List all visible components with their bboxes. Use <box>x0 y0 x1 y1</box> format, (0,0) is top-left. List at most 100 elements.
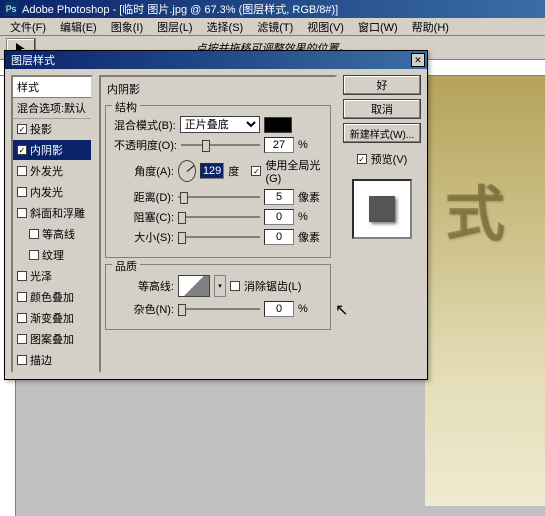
preview-thumbnail <box>352 179 412 239</box>
contour-picker[interactable] <box>178 275 210 297</box>
structure-group-title: 结构 <box>112 99 140 115</box>
app-title: Adobe Photoshop - [临时 图片.jpg @ 67.3% (图层… <box>22 1 338 17</box>
style-label-6: 纹理 <box>42 247 64 263</box>
blend-mode-label: 混合模式(B): <box>114 117 176 133</box>
style-checkbox-8[interactable] <box>17 292 27 302</box>
quality-group: 品质 等高线: ▾ 消除锯齿(L) 杂色(N): 0 % <box>105 264 331 330</box>
menu-edit[interactable]: 编辑(E) <box>54 18 103 36</box>
distance-slider[interactable] <box>178 190 260 204</box>
style-checkbox-2[interactable] <box>17 166 27 176</box>
noise-slider[interactable] <box>178 302 260 316</box>
style-item-1[interactable]: 内阴影 <box>13 140 91 161</box>
style-item-5[interactable]: 等高线 <box>13 224 91 245</box>
angle-label: 角度(A): <box>114 163 174 179</box>
style-list: 样式 混合选项:默认 投影内阴影外发光内发光斜面和浮雕等高线纹理光泽颜色叠加渐变… <box>11 75 93 373</box>
choke-unit: % <box>298 211 322 223</box>
menu-view[interactable]: 视图(V) <box>301 18 350 36</box>
settings-panel: 内阴影 结构 混合模式(B): 正片叠底 不透明度(O): 27 % 角度(A)… <box>99 75 337 373</box>
style-label-0: 投影 <box>30 121 52 137</box>
style-label-2: 外发光 <box>30 163 63 179</box>
menu-help[interactable]: 帮助(H) <box>406 18 455 36</box>
app-icon: Ps <box>4 2 18 16</box>
app-titlebar: Ps Adobe Photoshop - [临时 图片.jpg @ 67.3% … <box>0 0 545 18</box>
panel-title: 内阴影 <box>107 81 331 97</box>
style-checkbox-10[interactable] <box>17 334 27 344</box>
style-label-8: 颜色叠加 <box>30 289 74 305</box>
angle-value[interactable]: 129 <box>200 163 224 179</box>
menu-window[interactable]: 窗口(W) <box>352 18 404 36</box>
style-item-8[interactable]: 颜色叠加 <box>13 287 91 308</box>
style-checkbox-4[interactable] <box>17 208 27 218</box>
angle-unit: 度 <box>228 163 247 179</box>
new-style-button[interactable]: 新建样式(W)... <box>343 123 421 143</box>
document-canvas[interactable]: 式 <box>425 76 545 506</box>
style-label-7: 光泽 <box>30 268 52 284</box>
opacity-value[interactable]: 27 <box>264 137 294 153</box>
ok-button[interactable]: 好 <box>343 75 421 95</box>
menu-filter[interactable]: 滤镜(T) <box>251 18 299 36</box>
noise-label: 杂色(N): <box>114 301 174 317</box>
style-item-10[interactable]: 图案叠加 <box>13 329 91 350</box>
style-item-7[interactable]: 光泽 <box>13 266 91 287</box>
dialog-title: 图层样式 <box>11 52 55 68</box>
style-label-9: 渐变叠加 <box>30 310 74 326</box>
quality-group-title: 品质 <box>112 258 140 274</box>
menu-image[interactable]: 图象(I) <box>105 18 149 36</box>
style-item-9[interactable]: 渐变叠加 <box>13 308 91 329</box>
angle-dial[interactable] <box>178 160 196 182</box>
noise-value[interactable]: 0 <box>264 301 294 317</box>
style-checkbox-5[interactable] <box>29 229 39 239</box>
style-item-3[interactable]: 内发光 <box>13 182 91 203</box>
shadow-color-swatch[interactable] <box>264 117 292 133</box>
style-checkbox-11[interactable] <box>17 355 27 365</box>
menu-bar: 文件(F) 编辑(E) 图象(I) 图层(L) 选择(S) 滤镜(T) 视图(V… <box>0 18 545 36</box>
choke-value[interactable]: 0 <box>264 209 294 225</box>
dialog-close-button[interactable]: ✕ <box>411 53 425 67</box>
layer-style-dialog: 图层样式 ✕ 样式 混合选项:默认 投影内阴影外发光内发光斜面和浮雕等高线纹理光… <box>4 50 428 380</box>
structure-group: 结构 混合模式(B): 正片叠底 不透明度(O): 27 % 角度(A): 12… <box>105 105 331 258</box>
menu-layer[interactable]: 图层(L) <box>151 18 198 36</box>
blend-options-default[interactable]: 混合选项:默认 <box>13 98 91 119</box>
antialias-checkbox[interactable] <box>230 281 240 291</box>
style-checkbox-3[interactable] <box>17 187 27 197</box>
style-label-10: 图案叠加 <box>30 331 74 347</box>
dialog-buttons: 好 取消 新建样式(W)... 预览(V) <box>343 75 421 373</box>
style-checkbox-6[interactable] <box>29 250 39 260</box>
style-item-0[interactable]: 投影 <box>13 119 91 140</box>
menu-file[interactable]: 文件(F) <box>4 18 52 36</box>
global-light-label: 使用全局光(G) <box>265 157 322 185</box>
style-item-6[interactable]: 纹理 <box>13 245 91 266</box>
size-slider[interactable] <box>178 230 260 244</box>
size-label: 大小(S): <box>114 229 174 245</box>
style-checkbox-9[interactable] <box>17 313 27 323</box>
opacity-slider[interactable] <box>181 138 260 152</box>
style-checkbox-1[interactable] <box>17 145 27 155</box>
style-label-5: 等高线 <box>42 226 75 242</box>
styles-header[interactable]: 样式 <box>13 77 91 98</box>
choke-slider[interactable] <box>178 210 260 224</box>
style-label-4: 斜面和浮雕 <box>30 205 85 221</box>
global-light-checkbox[interactable] <box>251 166 261 176</box>
style-item-11[interactable]: 描边 <box>13 350 91 371</box>
style-item-4[interactable]: 斜面和浮雕 <box>13 203 91 224</box>
opacity-unit: % <box>298 139 322 151</box>
menu-select[interactable]: 选择(S) <box>201 18 250 36</box>
preview-label: 预览(V) <box>371 151 408 167</box>
distance-value[interactable]: 5 <box>264 189 294 205</box>
style-checkbox-7[interactable] <box>17 271 27 281</box>
antialias-label: 消除锯齿(L) <box>244 278 301 294</box>
size-value[interactable]: 0 <box>264 229 294 245</box>
preview-checkbox[interactable] <box>357 154 367 164</box>
dialog-titlebar[interactable]: 图层样式 ✕ <box>5 51 427 69</box>
preview-swatch <box>369 196 395 222</box>
style-checkbox-0[interactable] <box>17 124 27 134</box>
style-item-2[interactable]: 外发光 <box>13 161 91 182</box>
style-label-3: 内发光 <box>30 184 63 200</box>
contour-dropdown-icon[interactable]: ▾ <box>214 275 226 297</box>
cancel-button[interactable]: 取消 <box>343 99 421 119</box>
noise-unit: % <box>298 303 322 315</box>
choke-label: 阻塞(C): <box>114 209 174 225</box>
distance-label: 距离(D): <box>114 189 174 205</box>
size-unit: 像素 <box>298 229 322 245</box>
blend-mode-select[interactable]: 正片叠底 <box>180 116 260 133</box>
